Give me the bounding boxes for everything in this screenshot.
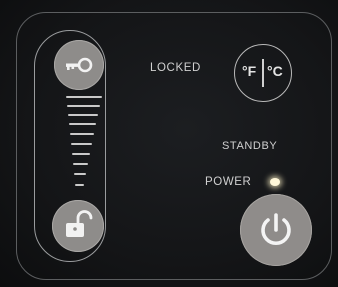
level-bar: [68, 114, 98, 116]
level-bar: [75, 184, 84, 186]
level-bar: [69, 123, 96, 125]
unlock-button[interactable]: [52, 200, 104, 252]
unlock-icon: [66, 210, 93, 237]
power-indicator-led: [270, 178, 280, 186]
key-icon: [66, 57, 93, 73]
fahrenheit-label: °F: [242, 63, 257, 79]
temperature-unit-button[interactable]: °F °C: [234, 44, 292, 102]
power-button[interactable]: [240, 194, 312, 266]
control-panel: LOCKED °F °C STANDBY POWER: [0, 0, 338, 287]
standby-label: STANDBY: [222, 140, 278, 152]
lock-key-button[interactable]: [54, 40, 104, 90]
level-bar: [71, 143, 92, 145]
power-icon: [261, 213, 291, 246]
power-label: POWER: [205, 176, 252, 188]
level-bar: [72, 153, 90, 155]
lock-level-indicator: [60, 96, 108, 196]
unit-divider: [262, 59, 264, 87]
locked-label: LOCKED: [150, 62, 201, 74]
level-bar: [67, 105, 100, 107]
level-bar: [73, 163, 88, 165]
level-bar: [66, 96, 102, 98]
level-bar: [74, 173, 86, 175]
celsius-label: °C: [267, 63, 283, 79]
level-bar: [70, 133, 94, 135]
